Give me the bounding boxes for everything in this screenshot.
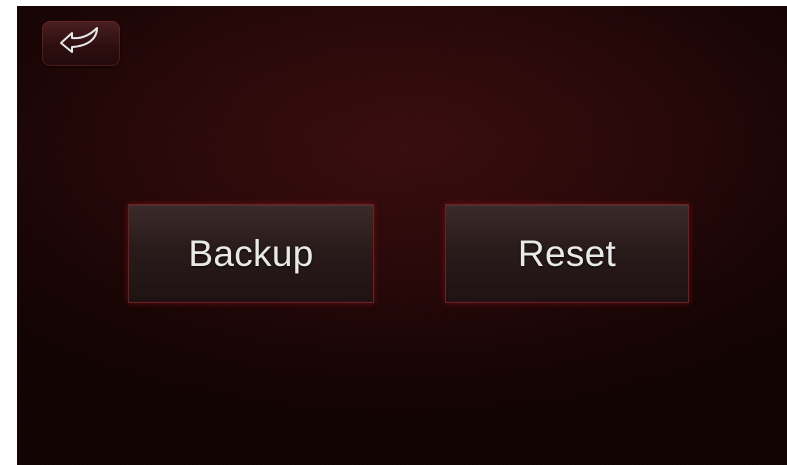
reset-button-label: Reset (517, 232, 617, 274)
backup-button[interactable]: Backup (128, 204, 374, 303)
reset-button[interactable]: Reset (445, 204, 689, 303)
back-button[interactable] (42, 21, 120, 66)
settings-screen: Backup Reset (17, 6, 787, 465)
backup-button-label: Backup (188, 232, 314, 274)
back-arrow-icon (57, 24, 105, 63)
